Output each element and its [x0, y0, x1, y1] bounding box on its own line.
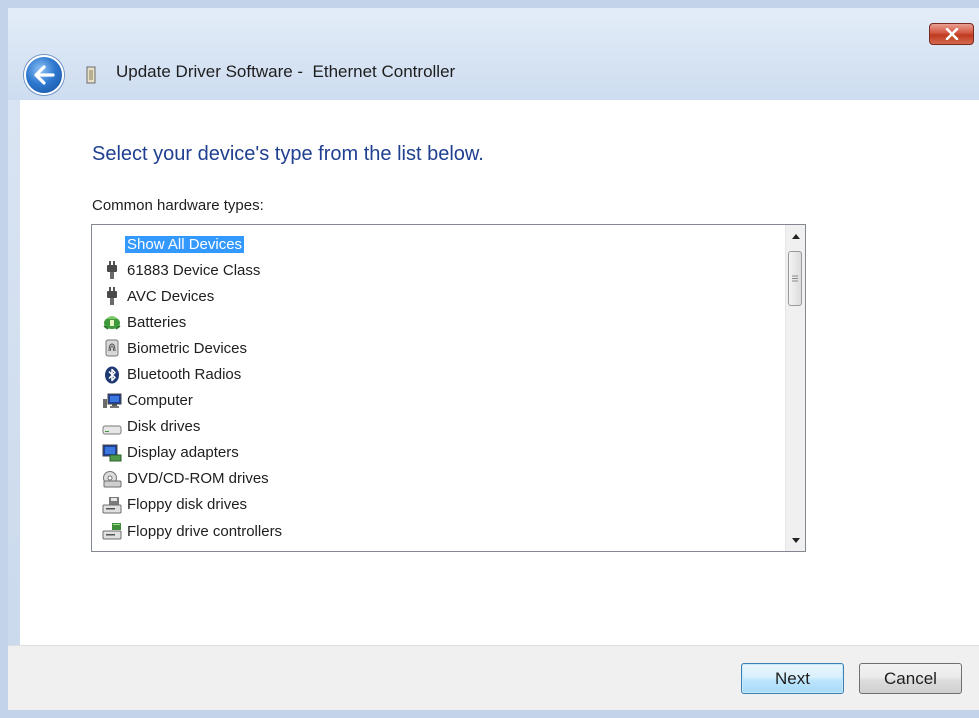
plug-icon	[102, 261, 122, 280]
display-adapter-icon	[102, 444, 122, 462]
hardware-type-listbox[interactable]: Show All Devices 61883 Device Class AVC …	[91, 224, 806, 552]
list-item-label: Display adapters	[127, 444, 239, 462]
list-item-label: Show All Devices	[125, 235, 245, 253]
hardware-type-list: Show All Devices 61883 Device Class AVC …	[92, 231, 782, 544]
list-item-batteries[interactable]: Batteries	[92, 309, 782, 335]
list-item-display-adapters[interactable]: Display adapters	[92, 440, 782, 466]
bluetooth-icon	[102, 366, 122, 384]
computer-icon	[102, 392, 122, 410]
window-title: Update Driver Software - Ethernet Contro…	[116, 62, 456, 81]
blank-icon	[102, 235, 122, 253]
content-area: Select your device's type from the list …	[20, 100, 979, 645]
back-button[interactable]	[24, 55, 64, 95]
scroll-up-button[interactable]	[786, 227, 805, 245]
plug-icon	[102, 287, 122, 306]
device-icon	[86, 66, 96, 84]
close-icon	[945, 28, 958, 40]
scroll-down-button[interactable]	[786, 531, 805, 549]
list-item-disk-drives[interactable]: Disk drives	[92, 414, 782, 440]
next-button[interactable]: Next	[741, 663, 844, 694]
floppy-drive-icon	[102, 496, 122, 514]
list-scrollbar[interactable]	[785, 225, 805, 551]
page-heading: Select your device's type from the list …	[92, 143, 484, 165]
battery-icon	[102, 313, 122, 331]
list-item-label: Biometric Devices	[127, 339, 248, 357]
list-item-label: Batteries	[127, 313, 187, 331]
list-item-label: Floppy disk drives	[127, 496, 248, 514]
close-button[interactable]	[929, 23, 974, 45]
list-item-biometric-devices[interactable]: Biometric Devices	[92, 335, 782, 361]
scroll-down-arrow-icon	[791, 537, 800, 543]
list-item-dvd-cd-rom-drives[interactable]: DVD/CD-ROM drives	[92, 466, 782, 492]
list-item-show-all-devices[interactable]: Show All Devices	[92, 231, 782, 257]
dvd-drive-icon	[102, 470, 122, 488]
list-item-label: Disk drives	[127, 418, 201, 436]
list-item-label: Bluetooth Radios	[127, 366, 242, 384]
list-item-bluetooth-radios[interactable]: Bluetooth Radios	[92, 361, 782, 387]
back-arrow-icon	[34, 65, 55, 85]
scroll-thumb[interactable]	[788, 251, 802, 306]
disk-drive-icon	[102, 418, 122, 436]
list-item-label: AVC Devices	[127, 287, 215, 305]
grip-icon	[792, 275, 798, 282]
list-item-floppy-drive-controllers[interactable]: Floppy drive controllers	[92, 518, 782, 544]
list-item-computer[interactable]: Computer	[92, 388, 782, 414]
floppy-controller-icon	[102, 522, 122, 540]
cancel-button[interactable]: Cancel	[859, 663, 962, 694]
footer-bar: Next Cancel	[8, 645, 979, 710]
list-item-label: Floppy drive controllers	[127, 522, 283, 540]
scroll-up-arrow-icon	[791, 233, 800, 239]
list-item-floppy-disk-drives[interactable]: Floppy disk drives	[92, 492, 782, 518]
list-label: Common hardware types:	[92, 197, 264, 214]
list-item-label: 61883 Device Class	[127, 261, 261, 279]
list-item-label: DVD/CD-ROM drives	[127, 470, 269, 488]
list-item-61883-device-class[interactable]: 61883 Device Class	[92, 257, 782, 283]
list-item-avc-devices[interactable]: AVC Devices	[92, 283, 782, 309]
list-item-label: Computer	[127, 392, 193, 410]
fingerprint-icon	[102, 339, 122, 357]
title-bar	[8, 8, 979, 100]
